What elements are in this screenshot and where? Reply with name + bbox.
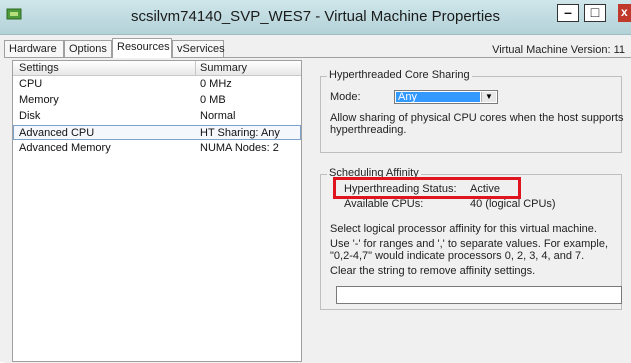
ht-sharing-group-title: Hyperthreaded Core Sharing (327, 69, 472, 81)
row-setting: Memory (19, 94, 59, 106)
mode-selected-value: Any (396, 92, 480, 103)
table-row[interactable]: Memory 0 MB (13, 93, 301, 108)
affinity-input[interactable] (336, 286, 622, 304)
header-divider (195, 61, 196, 75)
annotation-highlight-box (333, 177, 521, 199)
row-setting: Disk (19, 110, 41, 122)
maximize-button[interactable]: □ (584, 4, 606, 22)
table-header: Settings Summary (13, 61, 301, 76)
tab-hardware[interactable]: Hardware (4, 40, 64, 57)
row-summary: Normal (200, 110, 236, 122)
mode-label: Mode: (330, 91, 361, 103)
dropdown-arrow-icon[interactable]: ▼ (481, 92, 496, 102)
tab-options[interactable]: Options (64, 40, 112, 57)
affinity-select-text: Select logical processor affinity for th… (330, 223, 597, 235)
row-setting: CPU (19, 78, 43, 90)
vm-properties-window: scsilvm74140_SVP_WES7 - Virtual Machine … (0, 0, 631, 363)
table-row[interactable]: Advanced Memory NUMA Nodes: 2 (13, 141, 301, 156)
row-setting: Advanced CPU (19, 127, 95, 139)
table-row-selected[interactable]: Advanced CPU HT Sharing: Any (13, 125, 301, 140)
available-cpus-label: Available CPUs: (344, 198, 424, 210)
ht-description-line2: hyperthreading. (330, 124, 407, 136)
row-summary: 0 MB (200, 94, 226, 106)
row-summary: 0 MHz (200, 78, 232, 90)
title-bar[interactable]: scsilvm74140_SVP_WES7 - Virtual Machine … (0, 0, 631, 35)
table-row[interactable]: Disk Normal (13, 109, 301, 124)
affinity-usage-line2: "0,2-4,7" would indicate processors 0, 2… (330, 250, 585, 262)
close-button[interactable]: x (618, 4, 631, 22)
row-setting: Advanced Memory (19, 142, 111, 154)
column-header-settings[interactable]: Settings (19, 62, 59, 74)
ht-description-line1: Allow sharing of physical CPU cores when… (330, 112, 624, 124)
table-row[interactable]: CPU 0 MHz (13, 77, 301, 92)
row-summary: HT Sharing: Any (200, 127, 280, 139)
column-header-summary[interactable]: Summary (200, 62, 247, 74)
affinity-clear-text: Clear the string to remove affinity sett… (330, 265, 536, 277)
minimize-button[interactable]: – (557, 4, 579, 22)
available-cpus-value: 40 (logical CPUs) (470, 198, 556, 210)
tab-resources[interactable]: Resources (112, 38, 172, 58)
affinity-usage-line1: Use '-' for ranges and ',' to separate v… (330, 238, 609, 250)
mode-dropdown[interactable]: Any ▼ (394, 90, 498, 104)
tab-vservices[interactable]: vServices (172, 40, 225, 57)
settings-table: Settings Summary CPU 0 MHz Memory 0 MB D… (12, 60, 302, 362)
vm-version-label: Virtual Machine Version: 11 (492, 44, 625, 56)
row-summary: NUMA Nodes: 2 (200, 142, 279, 154)
window-title: scsilvm74140_SVP_WES7 - Virtual Machine … (130, 8, 501, 25)
